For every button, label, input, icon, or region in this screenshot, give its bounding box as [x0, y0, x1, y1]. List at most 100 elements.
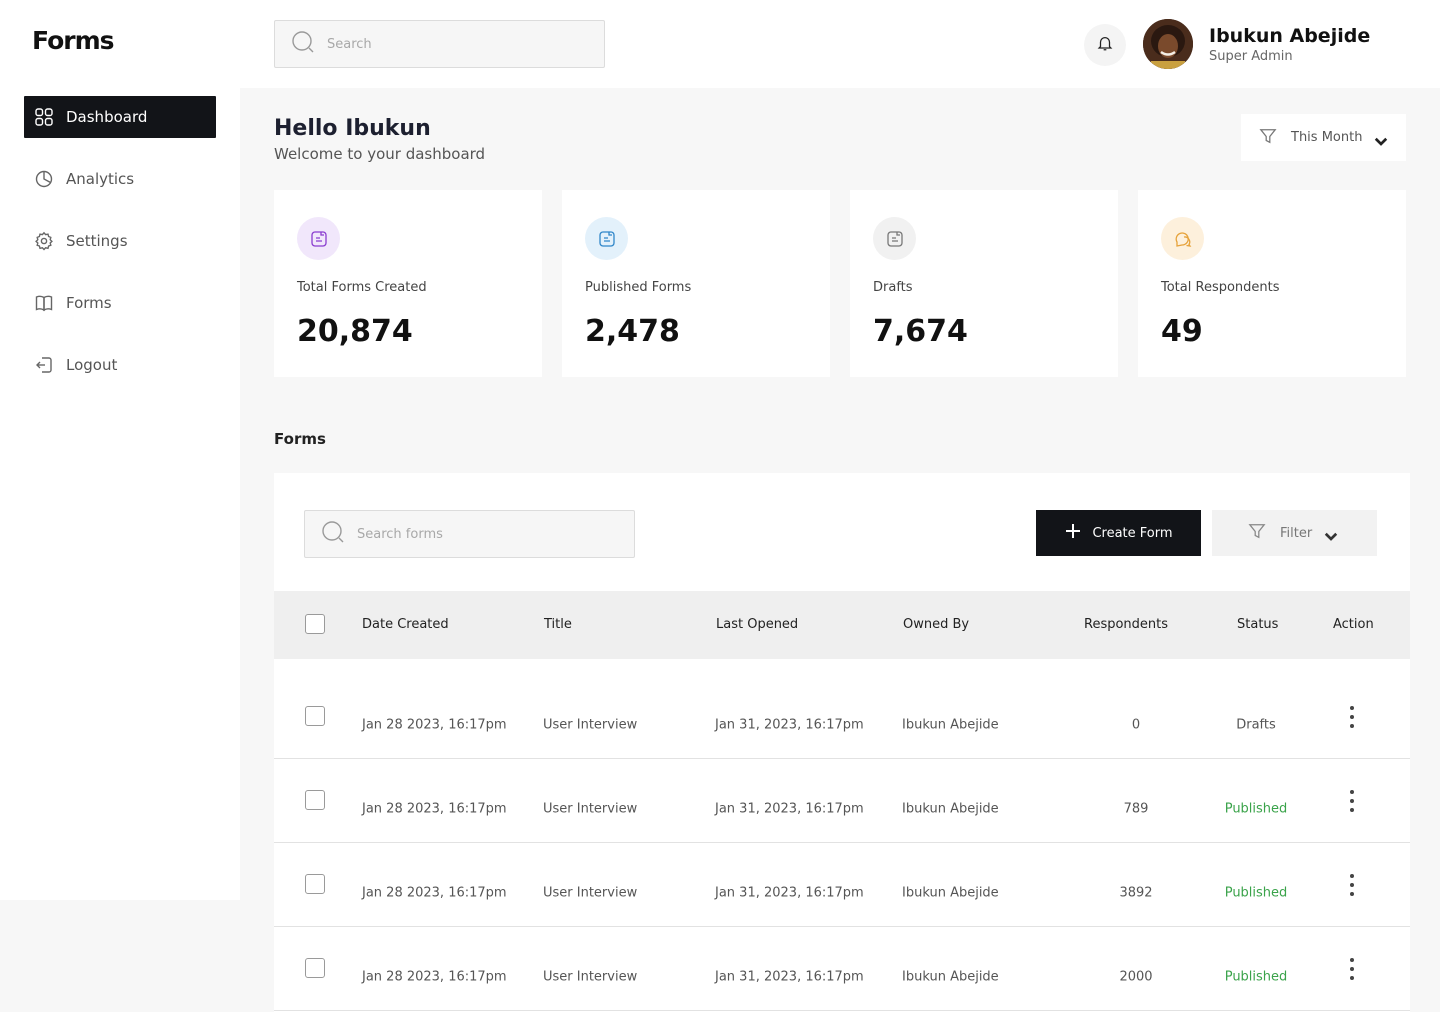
cell-title: User Interview	[543, 969, 638, 985]
column-header[interactable]: Date Created	[362, 617, 449, 632]
forms-search[interactable]	[304, 510, 635, 558]
status-badge: Drafts	[1236, 717, 1276, 733]
search-icon	[291, 30, 327, 58]
stat-card-drafts: Drafts 7,674	[850, 190, 1118, 377]
table-row[interactable]: Jan 28 2023, 16:17pm User Interview Jan 31…	[274, 759, 1410, 843]
sidebar-nav: Dashboard Analytics Settings Forms Logou…	[24, 96, 216, 406]
status-badge: Published	[1224, 801, 1288, 817]
stat-label: Total Forms Created	[297, 280, 427, 295]
cell-respondents: 789	[1123, 801, 1149, 817]
cell-last-opened: Jan 31, 2023, 16:17pm	[715, 969, 864, 985]
stat-value: 49	[1161, 314, 1203, 349]
book-icon	[34, 293, 54, 313]
gear-icon	[34, 231, 54, 251]
row-actions-menu-icon[interactable]	[1348, 957, 1356, 980]
document-icon	[297, 217, 340, 260]
sidebar: Forms Dashboard Analytics Settings Forms	[0, 0, 240, 900]
stat-card-respondents: Total Respondents 49	[1138, 190, 1406, 377]
column-header[interactable]: Status	[1237, 617, 1278, 632]
global-search[interactable]	[274, 20, 605, 68]
avatar[interactable]	[1143, 19, 1193, 69]
bell-icon	[1096, 34, 1114, 56]
stat-value: 7,674	[873, 314, 968, 349]
document-icon	[585, 217, 628, 260]
stat-card-published: Published Forms 2,478	[562, 190, 830, 377]
cell-respondents: 0	[1131, 717, 1141, 733]
filter-label: Filter	[1280, 525, 1313, 541]
column-header[interactable]: Title	[544, 617, 572, 632]
user-name: Ibukun Abejide	[1209, 25, 1371, 47]
sidebar-item-analytics[interactable]: Analytics	[24, 158, 216, 200]
pie-chart-icon	[34, 169, 54, 189]
logout-icon	[34, 355, 54, 375]
plus-icon	[1064, 522, 1092, 544]
cell-date-created: Jan 28 2023, 16:17pm	[362, 969, 507, 985]
forms-filter-dropdown[interactable]: Filter	[1212, 510, 1377, 556]
cell-title: User Interview	[543, 885, 638, 901]
table-row[interactable]: Jan 28 2023, 16:17pm User Interview Jan 31…	[274, 675, 1410, 759]
column-header[interactable]: Owned By	[903, 617, 969, 632]
notifications-button[interactable]	[1084, 24, 1126, 66]
cell-owner: Ibukun Abejide	[902, 885, 999, 901]
sidebar-item-dashboard[interactable]: Dashboard	[24, 96, 216, 138]
top-bar: Ibukun Abejide Super Admin	[240, 0, 1440, 88]
row-actions-menu-icon[interactable]	[1348, 705, 1356, 728]
user-role: Super Admin	[1209, 49, 1293, 64]
cell-respondents: 3892	[1119, 885, 1153, 901]
row-checkbox[interactable]	[305, 874, 325, 894]
chevron-down-icon	[1372, 132, 1388, 146]
row-checkbox[interactable]	[305, 958, 325, 978]
sidebar-item-label: Dashboard	[66, 108, 148, 126]
cell-title: User Interview	[543, 717, 638, 733]
search-icon	[321, 520, 357, 548]
sidebar-item-label: Settings	[66, 232, 128, 250]
row-actions-menu-icon[interactable]	[1348, 789, 1356, 812]
forms-search-input[interactable]	[357, 526, 597, 542]
cell-last-opened: Jan 31, 2023, 16:17pm	[715, 717, 864, 733]
row-checkbox[interactable]	[305, 706, 325, 726]
period-filter-dropdown[interactable]: This Month	[1241, 114, 1406, 161]
row-checkbox[interactable]	[305, 790, 325, 810]
grid-icon	[34, 107, 54, 127]
forms-table-panel: Create Form Filter Date Created Title La…	[274, 473, 1410, 1012]
sidebar-item-label: Analytics	[66, 170, 135, 188]
period-filter-label: This Month	[1291, 130, 1363, 145]
sidebar-item-label: Logout	[66, 356, 118, 374]
stat-label: Drafts	[873, 280, 913, 295]
chevron-down-icon	[1322, 527, 1338, 541]
cell-owner: Ibukun Abejide	[902, 969, 999, 985]
cell-date-created: Jan 28 2023, 16:17pm	[362, 717, 507, 733]
create-form-button[interactable]: Create Form	[1036, 510, 1201, 556]
row-actions-menu-icon[interactable]	[1348, 873, 1356, 896]
sidebar-item-settings[interactable]: Settings	[24, 220, 216, 262]
stat-label: Published Forms	[585, 280, 692, 295]
table-row[interactable]: Jan 28 2023, 16:17pm User Interview Jan 31…	[274, 927, 1410, 1011]
sidebar-item-logout[interactable]: Logout	[24, 344, 216, 386]
chat-icon	[1161, 217, 1204, 260]
cell-date-created: Jan 28 2023, 16:17pm	[362, 885, 507, 901]
status-badge: Published	[1224, 885, 1288, 901]
table-row[interactable]: Jan 28 2023, 16:17pm User Interview Jan 31…	[274, 843, 1410, 927]
column-header[interactable]: Last Opened	[716, 617, 798, 632]
filter-icon	[1248, 522, 1266, 544]
document-icon	[873, 217, 916, 260]
column-header[interactable]: Respondents	[1084, 617, 1168, 632]
stat-value: 20,874	[297, 314, 413, 349]
cell-owner: Ibukun Abejide	[902, 801, 999, 817]
filter-icon	[1259, 127, 1277, 149]
search-input[interactable]	[327, 36, 567, 52]
app-logo[interactable]: Forms	[32, 26, 114, 55]
cell-date-created: Jan 28 2023, 16:17pm	[362, 801, 507, 817]
status-badge: Published	[1224, 969, 1288, 985]
greeting-subtitle: Welcome to your dashboard	[274, 145, 486, 163]
stat-label: Total Respondents	[1161, 280, 1280, 295]
cell-last-opened: Jan 31, 2023, 16:17pm	[715, 885, 864, 901]
forms-section-title: Forms	[274, 430, 326, 448]
stat-value: 2,478	[585, 314, 680, 349]
create-form-label: Create Form	[1092, 525, 1173, 541]
greeting-title: Hello Ibukun	[274, 116, 431, 141]
sidebar-item-forms[interactable]: Forms	[24, 282, 216, 324]
stat-card-total-forms: Total Forms Created 20,874	[274, 190, 542, 377]
select-all-checkbox[interactable]	[305, 614, 325, 634]
cell-owner: Ibukun Abejide	[902, 717, 999, 733]
